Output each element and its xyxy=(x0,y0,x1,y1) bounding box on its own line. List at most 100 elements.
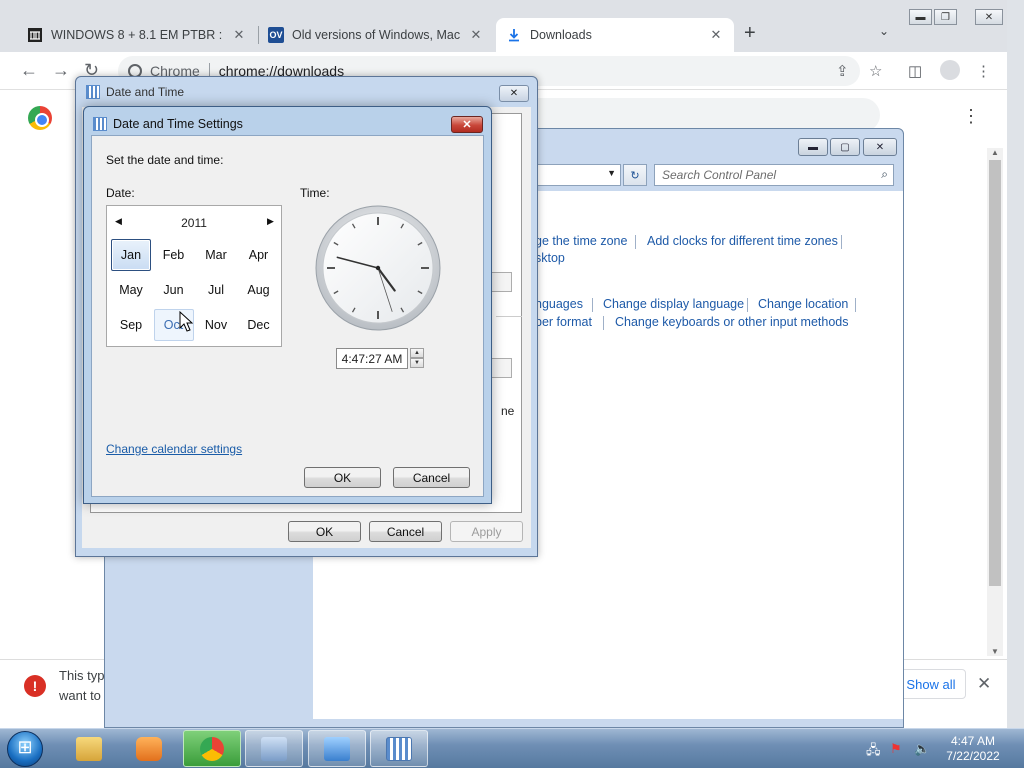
action-center-icon[interactable]: ⚑ xyxy=(890,741,902,757)
tab-title: Old versions of Windows, Mac ar xyxy=(292,28,462,42)
side-panel-icon[interactable]: ◫ xyxy=(908,62,922,80)
search-icon[interactable]: ⌕ xyxy=(881,167,888,182)
control-panel-taskbar-button[interactable] xyxy=(308,730,366,767)
ov-icon: OV xyxy=(268,27,284,43)
link-divider xyxy=(841,235,842,249)
tab-downloads[interactable]: Downloads ✕ xyxy=(496,18,734,52)
change-location-link[interactable]: Change location xyxy=(758,297,848,311)
close-window-icon[interactable]: ✕ xyxy=(975,9,1003,25)
system-clock[interactable]: 4:47 AM 7/22/2022 xyxy=(930,734,1016,764)
dialog-title: Date and Time xyxy=(106,85,185,99)
close-icon[interactable]: ✕ xyxy=(468,27,484,43)
change-display-language-link[interactable]: Change display language xyxy=(603,297,744,311)
month-mar[interactable]: Mar xyxy=(196,239,236,271)
ok-button[interactable]: OK xyxy=(288,521,361,542)
month-apr[interactable]: Apr xyxy=(239,239,279,271)
calendar-icon xyxy=(93,117,107,131)
month-feb[interactable]: Feb xyxy=(154,239,194,271)
dialog-title-bar: Date and Time Settings xyxy=(93,117,243,131)
ok-button[interactable]: OK xyxy=(304,467,381,488)
close-shelf-icon[interactable]: ✕ xyxy=(977,674,991,694)
change-time-zone-link[interactable]: ge the time zone xyxy=(535,234,627,248)
tab-search-icon[interactable]: ⌄ xyxy=(879,24,889,38)
download-warning-text: want to xyxy=(59,688,101,703)
chrome-taskbar-button[interactable] xyxy=(183,730,241,767)
time-down-icon[interactable]: ▼ xyxy=(410,358,424,368)
media-player-icon xyxy=(136,736,162,761)
time-input[interactable]: 4:47:27 AM xyxy=(336,348,408,369)
download-warning-text: This typ xyxy=(59,668,105,683)
close-icon[interactable]: ✕ xyxy=(451,116,483,133)
search-placeholder: Search Control Panel xyxy=(662,168,777,182)
page-scrollbar[interactable]: ▲ ▼ xyxy=(987,148,1003,656)
control-panel-icon xyxy=(324,736,350,761)
profile-avatar-icon[interactable] xyxy=(940,60,960,80)
close-icon[interactable]: ✕ xyxy=(231,27,247,43)
clock-time: 4:47 AM xyxy=(950,734,996,748)
next-year-icon[interactable]: ▶ xyxy=(267,216,274,227)
show-all-button[interactable]: Show all xyxy=(896,669,966,699)
clock-date: 7/22/2022 xyxy=(946,749,1000,763)
calendar: ◀ 2011 ▶ Jan Feb Mar Apr May Jun Jul Aug Sep Oct N… xyxy=(106,205,282,347)
desktop-link[interactable]: sktop xyxy=(535,251,565,265)
downloads-search[interactable] xyxy=(490,98,880,132)
link-divider xyxy=(747,298,748,312)
scroll-thumb[interactable] xyxy=(989,160,1001,586)
volume-icon[interactable]: 🔈 xyxy=(914,741,930,757)
menu-kebab-icon[interactable]: ⋮ xyxy=(976,62,991,80)
more-actions-icon[interactable]: ⋮ xyxy=(962,106,980,127)
time-label: Time: xyxy=(300,186,330,200)
bookmark-star-icon[interactable]: ☆ xyxy=(869,62,882,80)
back-icon[interactable]: ← xyxy=(20,60,38,81)
month-dec[interactable]: Dec xyxy=(239,309,279,341)
change-keyboards-link[interactable]: Change keyboards or other input methods xyxy=(615,315,848,329)
close-window-icon[interactable]: ✕ xyxy=(863,138,897,156)
forward-icon[interactable]: → xyxy=(52,60,70,81)
close-icon[interactable]: ✕ xyxy=(499,85,529,102)
new-tab-button[interactable]: + xyxy=(744,22,756,45)
month-sep[interactable]: Sep xyxy=(111,309,151,341)
number-format-link[interactable]: ber format xyxy=(535,315,592,329)
date-time-taskbar-button[interactable] xyxy=(370,730,428,767)
scroll-down-icon[interactable]: ▼ xyxy=(991,647,999,656)
refresh-icon[interactable]: ↻ xyxy=(623,164,647,186)
cancel-button[interactable]: Cancel xyxy=(393,467,470,488)
download-icon xyxy=(506,27,522,43)
calendar-icon xyxy=(386,736,412,761)
search-input[interactable]: Search Control Panel ⌕ xyxy=(654,164,894,186)
minimize-icon[interactable]: ▬ xyxy=(909,9,932,25)
address-field[interactable]: ▼ xyxy=(535,164,621,186)
cancel-button[interactable]: Cancel xyxy=(369,521,442,542)
close-icon[interactable]: ✕ xyxy=(708,27,724,43)
tab-old-versions[interactable]: OV Old versions of Windows, Mac ar ✕ xyxy=(258,18,494,52)
month-jan[interactable]: Jan xyxy=(111,239,151,271)
network-icon[interactable]: 🖧 xyxy=(866,741,881,763)
calendar-year[interactable]: 2011 xyxy=(107,216,281,230)
add-clocks-link[interactable]: Add clocks for different time zones xyxy=(647,234,838,248)
media-player-taskbar-button[interactable] xyxy=(120,730,178,767)
share-icon[interactable]: ⇪ xyxy=(836,62,849,80)
partial-text: ne xyxy=(501,404,515,418)
time-up-icon[interactable]: ▲ xyxy=(410,348,424,358)
restore-icon[interactable]: ❐ xyxy=(934,9,957,25)
change-calendar-settings-link[interactable]: Change calendar settings xyxy=(106,442,242,456)
tab-title: WINDOWS 8 + 8.1 EM PTBR : Fre xyxy=(51,28,225,42)
languages-link[interactable]: nguages xyxy=(535,297,583,311)
month-jul[interactable]: Jul xyxy=(196,274,236,306)
month-jun[interactable]: Jun xyxy=(154,274,194,306)
month-may[interactable]: May xyxy=(111,274,151,306)
minimize-icon[interactable]: ▬ xyxy=(798,138,828,156)
month-aug[interactable]: Aug xyxy=(239,274,279,306)
date-label: Date: xyxy=(106,186,135,200)
month-nov[interactable]: Nov xyxy=(196,309,236,341)
warning-icon: ! xyxy=(24,675,46,697)
maximize-icon[interactable]: ▢ xyxy=(830,138,860,156)
system-taskbar-button[interactable] xyxy=(245,730,303,767)
scroll-up-icon[interactable]: ▲ xyxy=(991,148,999,157)
chevron-down-icon[interactable]: ▼ xyxy=(607,168,616,178)
apply-button[interactable]: Apply xyxy=(450,521,523,542)
explorer-taskbar-button[interactable] xyxy=(60,730,118,767)
tab-windows-8[interactable]: WINDOWS 8 + 8.1 EM PTBR : Fre ✕ xyxy=(17,18,257,52)
analog-clock xyxy=(315,205,441,331)
start-button[interactable] xyxy=(7,731,43,767)
